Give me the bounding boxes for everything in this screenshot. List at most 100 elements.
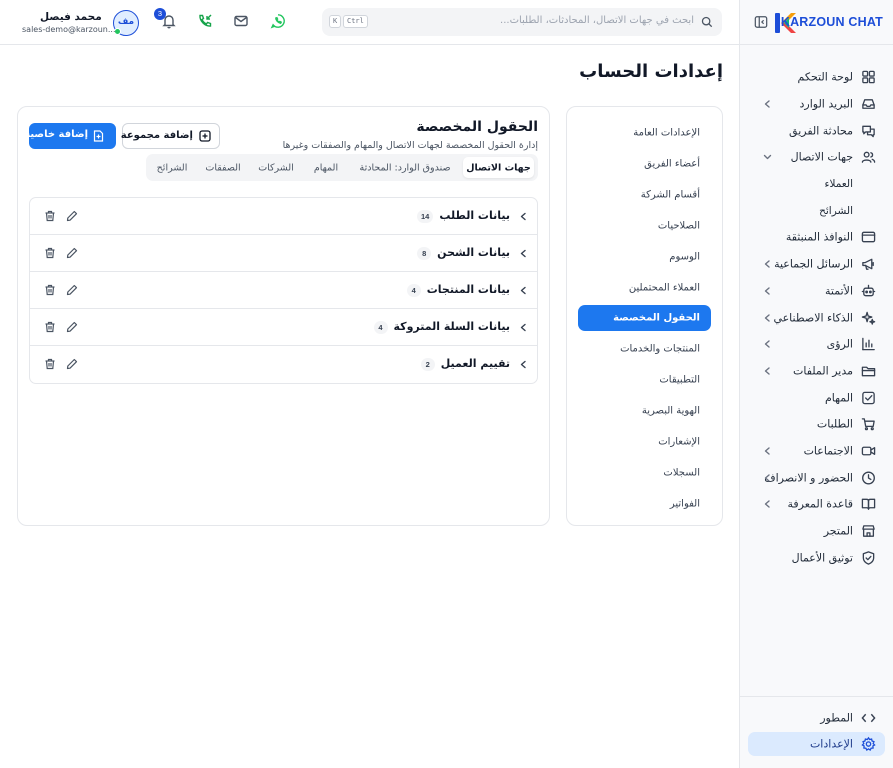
trash-icon[interactable]	[44, 210, 56, 222]
sidebar-item-label: الإعدادات	[809, 737, 853, 751]
pencil-icon[interactable]	[66, 247, 78, 259]
chevron-left-icon	[520, 323, 526, 332]
sidebar-item-label: محادثة الفريق	[789, 124, 853, 138]
chevron-left-icon	[764, 313, 770, 322]
sidebar-item-settings[interactable]: الإعدادات	[748, 732, 885, 756]
sidebar-item-8[interactable]: الأتمتة	[740, 278, 893, 305]
contacts-icon	[861, 152, 876, 164]
trash-icon[interactable]	[44, 321, 56, 333]
whatsapp-icon[interactable]	[270, 13, 286, 29]
sidebar-item-16[interactable]: قاعدة المعرفة	[740, 491, 893, 518]
sidebar-item-label: الاجتماعات	[803, 444, 853, 458]
tab-label: الشرائح	[156, 162, 188, 173]
field-group-row[interactable]: تقييم العميل 2	[30, 346, 537, 383]
sidebar-item-label: مدير الملفات	[793, 364, 853, 378]
sidebar-item-15[interactable]: الحضور و الانصراف	[740, 464, 893, 491]
settings-nav-item[interactable]: الفواتير	[578, 491, 711, 517]
field-group-row[interactable]: بيانات الشحن 8	[30, 235, 537, 272]
settings-nav-item[interactable]: المنتجات والخدمات	[578, 336, 711, 362]
settings-nav-item[interactable]: أقسام الشركة	[578, 182, 711, 208]
field-group-row[interactable]: بيانات المنتجات 4	[30, 272, 537, 309]
settings-nav-label: السجلات	[663, 467, 700, 479]
add-group-button[interactable]: إضافة مجموعة	[121, 123, 220, 149]
settings-nav-item[interactable]: أعضاء الفريق	[578, 151, 711, 177]
sidebar-item-5[interactable]: الشرائح	[740, 197, 893, 224]
field-group-row[interactable]: بيانات الطلب 14	[30, 198, 537, 235]
settings-nav-item[interactable]: الصلاحيات	[578, 213, 711, 239]
add-field-button[interactable]: إضافة خاصية	[24, 123, 116, 149]
cart-icon	[861, 418, 875, 431]
settings-nav-item[interactable]: السجلات	[578, 460, 711, 486]
search-input[interactable]: ابحث في جهات الاتصال، المحادثات، الطلبات…	[322, 8, 722, 36]
trash-icon[interactable]	[44, 358, 56, 370]
tab-label: صندوق الوارد: المحادثة	[359, 162, 451, 173]
section-title: الحقول المخصصة	[416, 119, 538, 135]
tab-2[interactable]: المهام	[304, 157, 348, 178]
sidebar-item-label: الشرائح	[819, 204, 853, 217]
trash-icon[interactable]	[44, 284, 56, 296]
tab-5[interactable]: الشرائح	[149, 157, 195, 178]
tab-0[interactable]: جهات الاتصال	[463, 157, 534, 178]
sidebar-item-17[interactable]: المتجر	[740, 518, 893, 545]
sidebar-item-label: العملاء	[824, 178, 853, 191]
page-title: إعدادات الحساب	[579, 61, 723, 82]
brand-header: KARZOUN CHAT	[740, 0, 893, 45]
entity-tabs: جهات الاتصال صندوق الوارد: المحادثة المهام…	[146, 154, 538, 181]
field-group-row[interactable]: بيانات السلة المتروكة 4	[30, 309, 537, 346]
sidebar-item-3[interactable]: جهات الاتصال	[740, 144, 893, 171]
sidebar-item-label: قاعدة المعرفة	[787, 497, 853, 511]
tab-3[interactable]: الشركات	[251, 157, 301, 178]
sidebar-item-label: المهام	[825, 391, 853, 405]
sidebar-item-0[interactable]: لوحة التحكم	[740, 64, 893, 91]
sidebar-item-11[interactable]: مدير الملفات	[740, 358, 893, 385]
tab-label: المهام	[313, 162, 339, 173]
sidebar-item-label: الطلبات	[816, 417, 853, 431]
sidebar-item-4[interactable]: العملاء	[740, 171, 893, 198]
sidebar-item-1[interactable]: البريد الوارد	[740, 91, 893, 118]
pencil-icon[interactable]	[66, 210, 78, 222]
plus-square-icon	[199, 130, 211, 142]
settings-nav-label: المنتجات والخدمات	[620, 343, 700, 355]
clock-icon	[862, 471, 875, 485]
chevron-left-icon	[764, 473, 770, 482]
settings-nav-item[interactable]: الإشعارات	[578, 429, 711, 455]
field-group-name: بيانات الشحن	[437, 246, 510, 259]
sidebar-item-label: الرؤى	[826, 337, 853, 351]
sidebar-item-13[interactable]: الطلبات	[740, 411, 893, 438]
sidebar-item-18[interactable]: توثيق الأعمال	[740, 544, 893, 571]
trash-icon[interactable]	[44, 247, 56, 259]
sidebar-item-9[interactable]: الذكاء الاصطناعي	[740, 304, 893, 331]
sidebar-item-label: لوحة التحكم	[797, 70, 853, 84]
incoming-call-icon[interactable]	[197, 13, 213, 29]
settings-nav-item[interactable]: الحقول المخصصة	[578, 305, 711, 332]
settings-nav-item[interactable]: الإعدادات العامة	[578, 120, 711, 146]
settings-nav-item[interactable]: التطبيقات	[578, 367, 711, 393]
pencil-icon[interactable]	[66, 321, 78, 333]
shield-check-icon	[862, 550, 875, 565]
mail-icon[interactable]	[233, 13, 249, 29]
sidebar-item-12[interactable]: المهام	[740, 384, 893, 411]
notification-count-badge: 3	[154, 8, 166, 20]
pencil-icon[interactable]	[66, 358, 78, 370]
sidebar-item-7[interactable]: الرسائل الجماعية	[740, 251, 893, 278]
sparkles-icon	[861, 311, 876, 325]
settings-nav-label: الإعدادات العامة	[633, 127, 700, 139]
sidebar-item-label: النوافذ المنبثقة	[785, 230, 853, 244]
sidebar-item-6[interactable]: النوافذ المنبثقة	[740, 224, 893, 251]
settings-nav-item[interactable]: الوسوم	[578, 244, 711, 270]
field-count-badge: 8	[417, 247, 432, 260]
pencil-icon[interactable]	[66, 284, 78, 296]
user-email: sales-demo@karzoun...	[22, 25, 116, 34]
sidebar-item-14[interactable]: الاجتماعات	[740, 438, 893, 465]
sidebar-item-developer[interactable]: المطور	[740, 705, 893, 731]
tab-4[interactable]: الصفقات	[197, 157, 249, 178]
settings-nav-item[interactable]: العملاء المحتملين	[578, 275, 711, 301]
tab-1[interactable]: صندوق الوارد: المحادثة	[349, 157, 461, 178]
field-groups-list: بيانات الطلب 14 بيانات الشحن 8 بيانات المنتج…	[29, 197, 538, 384]
field-group-name: بيانات المنتجات	[426, 283, 510, 296]
sidebar-item-label: البريد الوارد	[799, 97, 854, 111]
sidebar-collapse-icon[interactable]	[754, 15, 768, 29]
settings-nav-item[interactable]: الهوية البصرية	[578, 398, 711, 424]
sidebar-item-10[interactable]: الرؤى	[740, 331, 893, 358]
sidebar-item-2[interactable]: محادثة الفريق	[740, 117, 893, 144]
